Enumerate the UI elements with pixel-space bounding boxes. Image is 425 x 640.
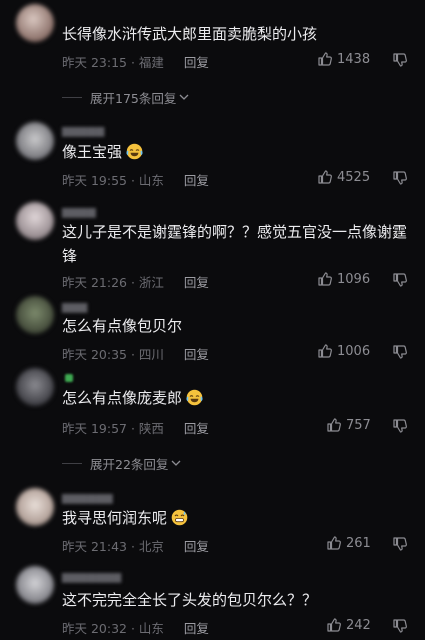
- like-count: 242: [346, 617, 371, 633]
- comment-time: 昨天 23:15: [62, 55, 127, 70]
- comment-meta: 昨天 19:57 · 陕西 回复: [62, 421, 209, 436]
- dislike-button[interactable]: [392, 418, 408, 434]
- thumbs-up-icon: [317, 51, 333, 67]
- dislike-button[interactable]: [392, 344, 408, 360]
- thumbs-down-icon: [392, 170, 408, 186]
- comment-location: 浙江: [138, 275, 164, 290]
- like-button[interactable]: 242: [326, 617, 371, 633]
- divider: [62, 97, 82, 98]
- username-blurred: ▆▆▆: [62, 300, 88, 313]
- comment-text: 这不完完全全长了头发的包贝尔么？？: [62, 591, 318, 609]
- reply-button[interactable]: 回复: [184, 173, 209, 188]
- like-button[interactable]: 757: [326, 417, 371, 433]
- comment-location: 山东: [138, 621, 164, 636]
- comment-text-content: 像王宝强: [62, 143, 123, 161]
- like-count: 1006: [337, 343, 371, 359]
- like-button[interactable]: 4525: [317, 169, 370, 185]
- comment-location: 四川: [138, 347, 164, 362]
- comment-text: 怎么有点像包贝尔: [62, 317, 183, 335]
- avatar[interactable]: [16, 296, 54, 334]
- comment-time: 昨天 21:26: [62, 275, 127, 290]
- thumbs-down-icon: [392, 618, 408, 634]
- username-blurred: ▆▆▆▆▆▆▆: [62, 570, 122, 583]
- dislike-button[interactable]: [392, 536, 408, 552]
- like-button[interactable]: 1096: [317, 271, 370, 287]
- chevron-down-icon: [179, 90, 189, 105]
- avatar[interactable]: [16, 566, 54, 604]
- comment-location: 福建: [138, 55, 164, 70]
- comment-time: 昨天 20:32: [62, 621, 127, 636]
- chevron-down-icon: [171, 456, 181, 471]
- expand-label: 展开175条回复: [90, 91, 177, 106]
- thumbs-up-icon: [326, 417, 342, 433]
- comment-time: 昨天 21:43: [62, 539, 127, 554]
- comment-time: 昨天 19:55: [62, 173, 127, 188]
- like-count: 1438: [337, 51, 371, 67]
- comment-meta: 昨天 21:43 · 北京 回复: [62, 539, 209, 554]
- like-button[interactable]: 261: [326, 535, 371, 551]
- badge-icon: [65, 374, 73, 382]
- dislike-button[interactable]: [392, 272, 408, 288]
- comment-meta: 昨天 20:35 · 四川 回复: [62, 347, 209, 362]
- avatar[interactable]: [16, 4, 54, 42]
- reply-button[interactable]: 回复: [184, 621, 209, 636]
- comment-text-content: 我寻思何润东呢: [62, 509, 168, 527]
- expand-label: 展开22条回复: [90, 457, 169, 472]
- comment-meta: 昨天 19:55 · 山东 回复: [62, 173, 209, 188]
- reply-button[interactable]: 回复: [184, 421, 209, 436]
- reply-button[interactable]: 回复: [184, 539, 209, 554]
- dislike-button[interactable]: [392, 170, 408, 186]
- avatar[interactable]: [16, 202, 54, 240]
- divider: [62, 463, 82, 464]
- comment-text: 我寻思何润东呢: [62, 506, 412, 530]
- laughing-tears-emoji-icon: [186, 389, 203, 406]
- thumbs-up-icon: [326, 617, 342, 633]
- thumbs-up-icon: [317, 169, 333, 185]
- comment-time: 昨天 20:35: [62, 347, 127, 362]
- comment-text: 怎么有点像庞麦郎: [62, 386, 412, 410]
- thumbs-up-icon: [317, 271, 333, 287]
- thumbs-down-icon: [392, 52, 408, 68]
- username-blurred: ▆▆▆▆: [62, 205, 96, 218]
- reply-button[interactable]: 回复: [184, 347, 209, 362]
- like-count: 757: [346, 417, 371, 433]
- comment-text: 像王宝强: [62, 140, 412, 164]
- comment-location: 陕西: [138, 421, 164, 436]
- comment-meta: 昨天 21:26 · 浙江 回复: [62, 275, 209, 290]
- avatar[interactable]: [16, 368, 54, 406]
- thumbs-up-icon: [317, 343, 333, 359]
- grinning-sweat-emoji-icon: [171, 509, 188, 526]
- comment-text: 长得像水浒传武大郎里面卖脆梨的小孩: [62, 25, 318, 43]
- like-count: 1096: [337, 271, 371, 287]
- avatar[interactable]: [16, 488, 54, 526]
- comment-text-content: 怎么有点像庞麦郎: [62, 389, 183, 407]
- username-blurred: ▆▆▆▆▆▆: [62, 491, 113, 504]
- like-button[interactable]: 1006: [317, 343, 370, 359]
- comment-location: 山东: [138, 173, 164, 188]
- avatar[interactable]: [16, 122, 54, 160]
- thumbs-down-icon: [392, 344, 408, 360]
- comment-time: 昨天 19:57: [62, 421, 127, 436]
- like-button[interactable]: 1438: [317, 51, 370, 67]
- like-count: 261: [346, 535, 371, 551]
- thumbs-down-icon: [392, 418, 408, 434]
- thumbs-down-icon: [392, 536, 408, 552]
- comment-text: 这儿子是不是谢霆锋的啊？？感觉五官没一点像谢霆锋: [62, 223, 408, 265]
- dislike-button[interactable]: [392, 52, 408, 68]
- expand-replies-button[interactable]: 展开22条回复: [62, 454, 181, 473]
- comment-meta: 昨天 20:32 · 山东 回复: [62, 621, 209, 636]
- laughing-tears-emoji-icon: [126, 143, 143, 160]
- thumbs-down-icon: [392, 272, 408, 288]
- thumbs-up-icon: [326, 535, 342, 551]
- expand-replies-button[interactable]: 展开175条回复: [62, 88, 189, 107]
- comment-location: 北京: [138, 539, 164, 554]
- reply-button[interactable]: 回复: [184, 275, 209, 290]
- reply-button[interactable]: 回复: [184, 55, 209, 70]
- like-count: 4525: [337, 169, 371, 185]
- username-blurred: ▆▆▆▆▆: [62, 124, 105, 137]
- comment-meta: 昨天 23:15 · 福建 回复: [62, 55, 209, 70]
- dislike-button[interactable]: [392, 618, 408, 634]
